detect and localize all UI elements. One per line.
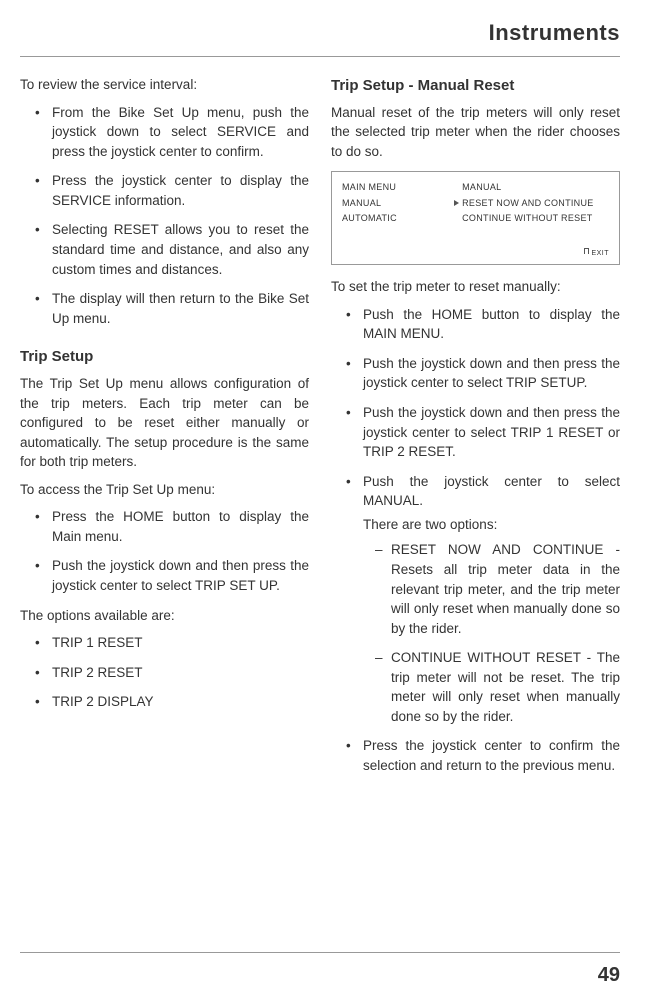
set-intro: To set the trip meter to reset manually:	[331, 277, 620, 297]
lcd-screen: MAIN MENU MANUAL MANUAL RESET NOW AND CO…	[331, 171, 620, 265]
list-item-text: Push the joystick center to select MANUA…	[363, 474, 620, 509]
bottom-rule	[20, 952, 620, 953]
manual-reset-intro: Manual reset of the trip meters will onl…	[331, 103, 620, 162]
list-item: CONTINUE WITHOUT RESET - The trip meter …	[375, 648, 620, 726]
two-options-list: RESET NOW AND CONTINUE - Resets all trip…	[363, 540, 620, 726]
list-item: Push the joystick center to select MANUA…	[349, 472, 620, 727]
screen-right-cell: RESET NOW AND CONTINUE	[454, 196, 609, 211]
screen-left-cell: MANUAL	[342, 196, 454, 211]
screen-row: MANUAL RESET NOW AND CONTINUE	[342, 196, 609, 211]
list-item: Push the joystick down and then press th…	[38, 556, 309, 595]
page-number: 49	[598, 964, 620, 987]
screen-exit: EXIT	[342, 248, 609, 260]
options-intro: The options available are:	[20, 606, 309, 626]
pointer-icon	[454, 200, 459, 206]
trip-setup-paragraph: The Trip Set Up menu allows configuratio…	[20, 374, 309, 472]
options-bullet-list: TRIP 1 RESET TRIP 2 RESET TRIP 2 DISPLAY	[20, 633, 309, 712]
list-item: Press the joystick center to display the…	[38, 171, 309, 210]
content-columns: To review the service interval: From the…	[20, 75, 620, 786]
screen-row: AUTOMATIC CONTINUE WITHOUT RESET	[342, 211, 609, 226]
list-item: Push the joystick down and then press th…	[349, 403, 620, 462]
set-bullet-list: Push the HOME button to display the MAIN…	[331, 305, 620, 776]
screen-left-cell: MAIN MENU	[342, 180, 454, 195]
screen-text: MANUAL	[462, 180, 501, 195]
page-title: Instruments	[20, 20, 620, 46]
left-column: To review the service interval: From the…	[20, 75, 309, 786]
list-item: From the Bike Set Up menu, push the joys…	[38, 103, 309, 162]
list-item: Push the HOME button to display the MAIN…	[349, 305, 620, 344]
access-bullet-list: Press the HOME button to display the Mai…	[20, 507, 309, 595]
service-bullet-list: From the Bike Set Up menu, push the joys…	[20, 103, 309, 329]
screen-right-cell: CONTINUE WITHOUT RESET	[454, 211, 609, 226]
right-column: Trip Setup - Manual Reset Manual reset o…	[331, 75, 620, 786]
list-item: The display will then return to the Bike…	[38, 289, 309, 328]
screen-text: CONTINUE WITHOUT RESET	[462, 211, 592, 226]
list-item: TRIP 2 DISPLAY	[38, 692, 309, 712]
screen-right-cell: MANUAL	[454, 180, 609, 195]
two-options-intro: There are two options:	[363, 515, 620, 535]
service-intro: To review the service interval:	[20, 75, 309, 95]
list-item: TRIP 1 RESET	[38, 633, 309, 653]
screen-row: MAIN MENU MANUAL	[342, 180, 609, 195]
screen-left-cell: AUTOMATIC	[342, 211, 454, 226]
list-item: Push the joystick down and then press th…	[349, 354, 620, 393]
screen-text: RESET NOW AND CONTINUE	[462, 196, 593, 211]
list-item: Press the HOME button to display the Mai…	[38, 507, 309, 546]
top-rule	[20, 56, 620, 57]
manual-reset-heading: Trip Setup - Manual Reset	[331, 75, 620, 97]
access-intro: To access the Trip Set Up menu:	[20, 480, 309, 500]
list-item: RESET NOW AND CONTINUE - Resets all trip…	[375, 540, 620, 638]
list-item: TRIP 2 RESET	[38, 663, 309, 683]
trip-setup-heading: Trip Setup	[20, 346, 309, 368]
exit-label: EXIT	[591, 250, 609, 257]
list-item: Selecting RESET allows you to reset the …	[38, 220, 309, 279]
home-icon	[584, 248, 589, 254]
list-item: Press the joystick center to confirm the…	[349, 736, 620, 775]
